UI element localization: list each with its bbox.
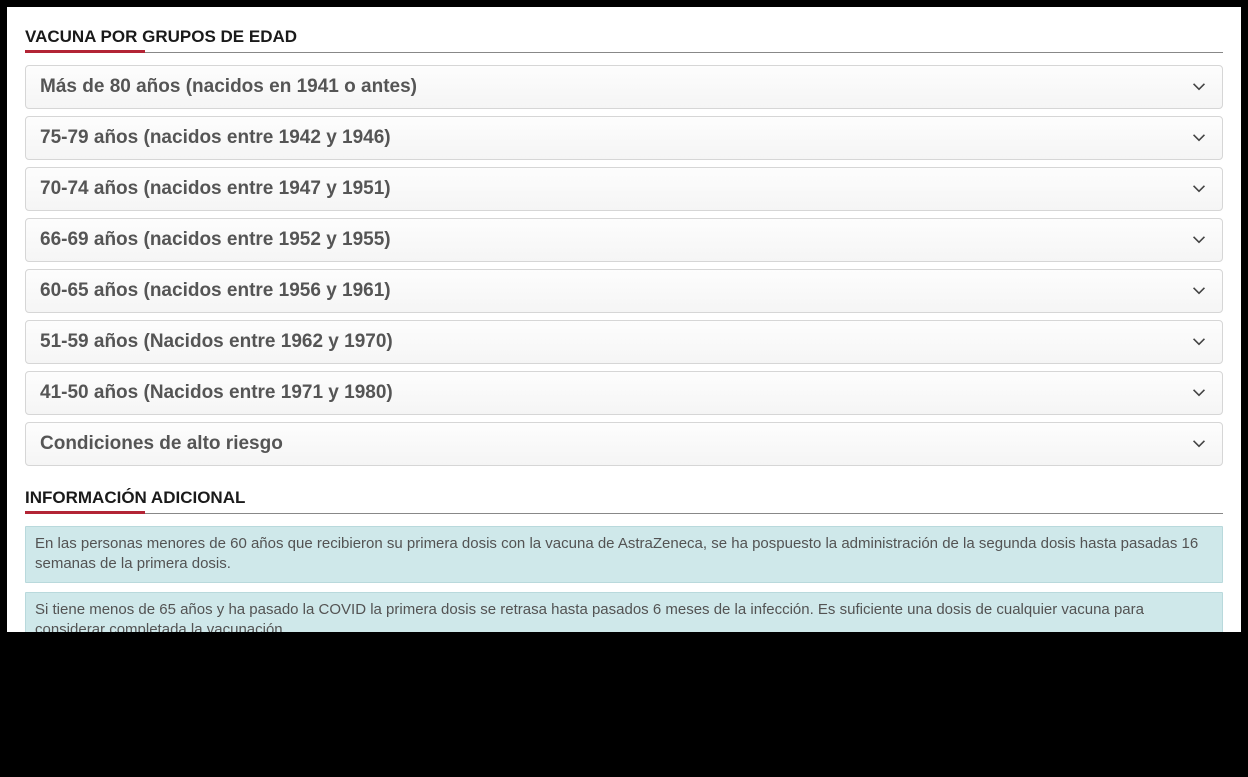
section-header-age-groups: VACUNA POR GRUPOS DE EDAD — [25, 27, 1223, 53]
info-box-covid-recovery: Si tiene menos de 65 años y ha pasado la… — [25, 592, 1223, 633]
accordion-item-2[interactable]: 70-74 años (nacidos entre 1947 y 1951) — [25, 167, 1223, 211]
accordion-label: 66-69 años (nacidos entre 1952 y 1955) — [40, 229, 391, 251]
arrow-down-icon — [1190, 180, 1208, 198]
info-box-astrazeneca: En las personas menores de 60 años que r… — [25, 526, 1223, 583]
accordion-item-3[interactable]: 66-69 años (nacidos entre 1952 y 1955) — [25, 218, 1223, 262]
accordion-label: Más de 80 años (nacidos en 1941 o antes) — [40, 76, 417, 98]
accordion-label: Condiciones de alto riesgo — [40, 433, 283, 455]
accordion-label: 70-74 años (nacidos entre 1947 y 1951) — [40, 178, 391, 200]
arrow-down-icon — [1190, 231, 1208, 249]
accordion-age-groups: Más de 80 años (nacidos en 1941 o antes)… — [25, 65, 1223, 466]
accordion-item-5[interactable]: 51-59 años (Nacidos entre 1962 y 1970) — [25, 320, 1223, 364]
arrow-down-icon — [1190, 435, 1208, 453]
arrow-down-icon — [1190, 384, 1208, 402]
accordion-item-1[interactable]: 75-79 años (nacidos entre 1942 y 1946) — [25, 116, 1223, 160]
accordion-label: 41-50 años (Nacidos entre 1971 y 1980) — [40, 382, 393, 404]
arrow-down-icon — [1190, 282, 1208, 300]
accordion-item-0[interactable]: Más de 80 años (nacidos en 1941 o antes) — [25, 65, 1223, 109]
accordion-label: 60-65 años (nacidos entre 1956 y 1961) — [40, 280, 391, 302]
section-header-additional-info: INFORMACIÓN ADICIONAL — [25, 488, 1223, 514]
accordion-item-6[interactable]: 41-50 años (Nacidos entre 1971 y 1980) — [25, 371, 1223, 415]
accordion-item-7[interactable]: Condiciones de alto riesgo — [25, 422, 1223, 466]
arrow-down-icon — [1190, 78, 1208, 96]
arrow-down-icon — [1190, 129, 1208, 147]
accordion-label: 51-59 años (Nacidos entre 1962 y 1970) — [40, 331, 393, 353]
accordion-item-4[interactable]: 60-65 años (nacidos entre 1956 y 1961) — [25, 269, 1223, 313]
accordion-label: 75-79 años (nacidos entre 1942 y 1946) — [40, 127, 391, 149]
arrow-down-icon — [1190, 333, 1208, 351]
